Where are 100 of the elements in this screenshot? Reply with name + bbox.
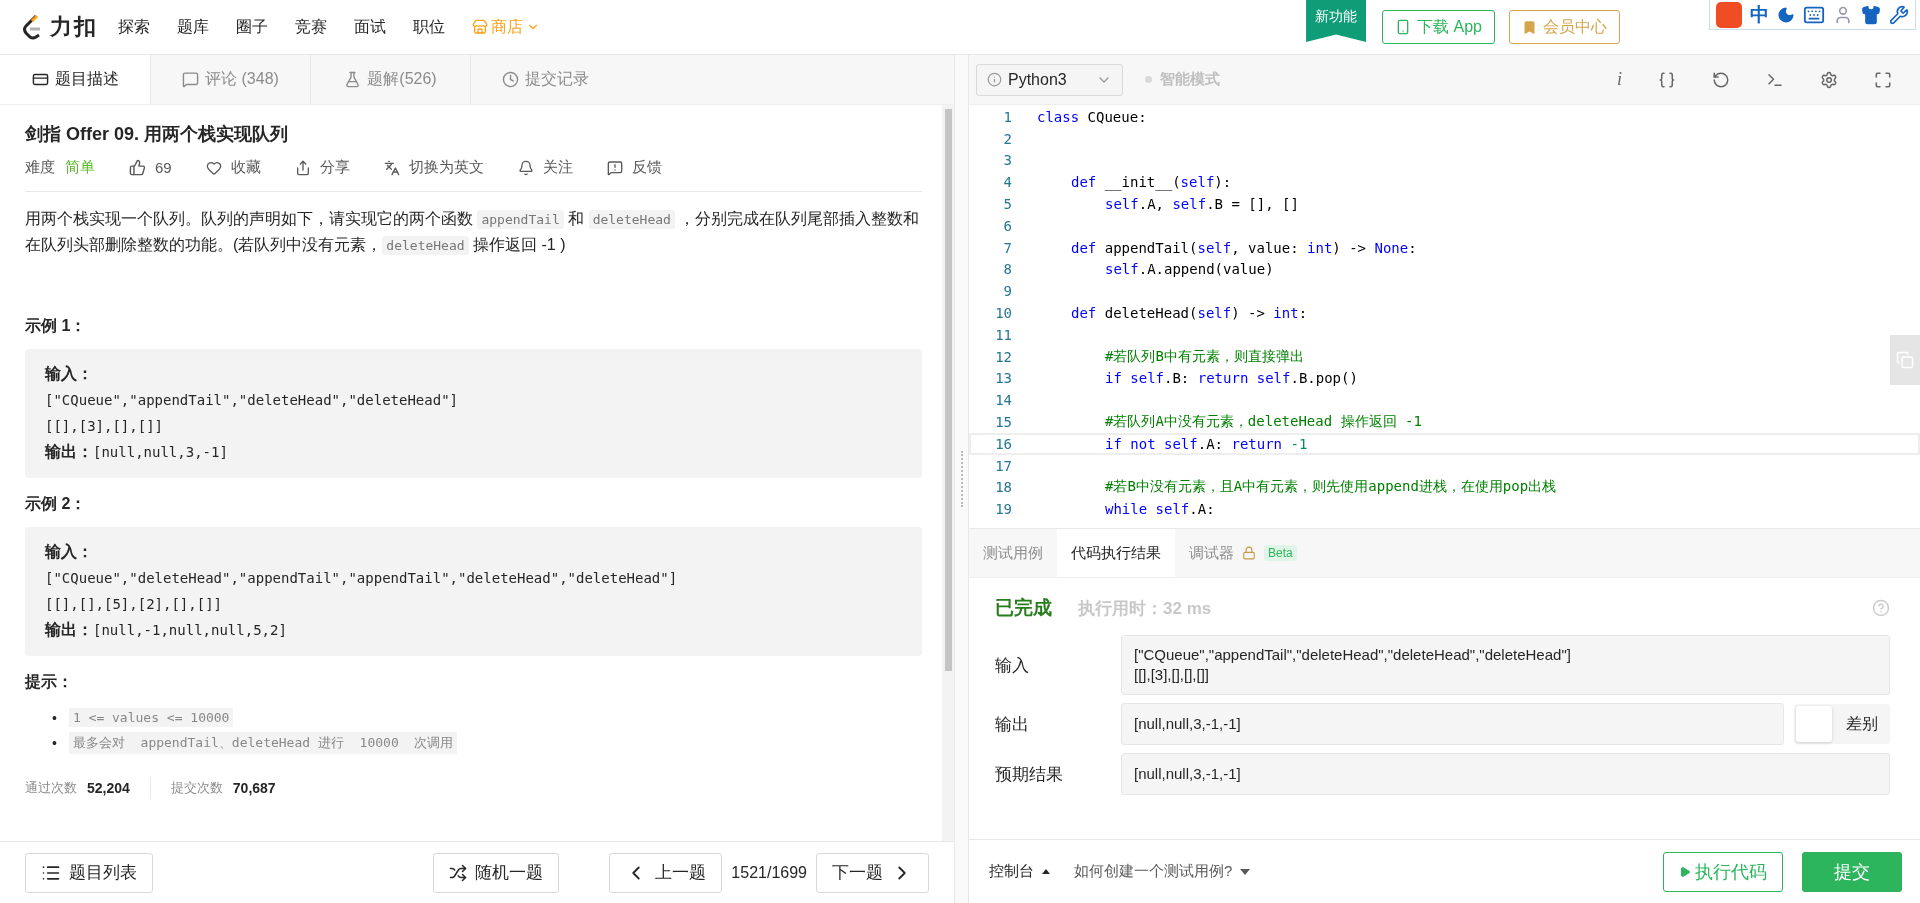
store-icon (472, 19, 488, 35)
wrench-icon[interactable] (1889, 4, 1909, 25)
hints-title: 提示： (25, 672, 74, 692)
logo-text: 力扣 (50, 13, 98, 41)
example-title: 示例 1： (25, 316, 88, 336)
problem-position: 1521/1699 (731, 863, 807, 882)
nav-link[interactable]: 职位 (413, 16, 445, 38)
caret-down-icon (1240, 868, 1251, 875)
diff-toggle[interactable]: 差别 (1794, 704, 1890, 744)
user-icon[interactable] (1833, 4, 1853, 25)
line-number: 5 (1002, 196, 1012, 213)
reset-icon[interactable] (1712, 70, 1730, 89)
fullscreen-icon[interactable] (1874, 70, 1892, 89)
example-code: [[],[],[5],[2],[],[]] (45, 596, 222, 612)
problem-tab[interactable]: 题目描述 (0, 55, 150, 104)
prev-button[interactable]: 上一题 (609, 852, 723, 893)
line-number: 6 (1002, 217, 1012, 234)
problem-title: 剑指 Offer 09. 用两个栈实现队列 (25, 123, 290, 146)
line-number: 14 (994, 392, 1012, 409)
line-number: 15 (994, 414, 1012, 431)
card-icon (31, 71, 49, 88)
example-code: [null,null,3,-1] (93, 444, 228, 460)
comment-icon (182, 71, 200, 88)
stat-value: 70,687 (232, 780, 276, 796)
code-line: def __init__(self): (1071, 174, 1232, 191)
result-label: 输出 (995, 713, 1030, 736)
line-number: 9 (1002, 283, 1012, 300)
difficulty-label: 难度 (25, 158, 55, 177)
format-icon[interactable] (1658, 70, 1676, 89)
settings-icon[interactable] (1820, 70, 1838, 89)
feedback-icon (606, 159, 623, 176)
example-code: [[],[3],[],[]] (45, 418, 163, 434)
ime-logo-icon (1716, 1, 1742, 28)
bell-icon (517, 159, 534, 176)
result-tab[interactable]: 代码执行结果 (1057, 529, 1175, 577)
splitter-handle[interactable] (960, 451, 963, 507)
example-label: 输出： (45, 441, 93, 462)
example-label: 输出： (45, 619, 93, 640)
clock-icon (502, 71, 519, 88)
new-feature-badge: 新功能 (1306, 0, 1367, 42)
bullet: • (52, 734, 57, 751)
caret-up-icon (1042, 869, 1050, 874)
line-number: 13 (994, 370, 1012, 387)
example-label: 输入： (45, 541, 93, 562)
action-button[interactable]: 关注 (517, 158, 573, 177)
code-line: def deleteHead(self) -> int: (1071, 305, 1308, 322)
hint-text: 1 <= values <= 10000 (68, 708, 234, 727)
hint-text: 最多会对 appendTail、deleteHead 进行 10000 次调用 (68, 731, 458, 754)
copy-icon (1896, 351, 1914, 369)
howto-link[interactable]: 如何创建一个测试用例? (1074, 862, 1251, 881)
translate-icon (383, 159, 400, 176)
action-button[interactable]: 收藏 (205, 158, 261, 177)
shirt-icon[interactable] (1861, 4, 1881, 25)
example-code: ["CQueue","deleteHead","appendTail","appendTail","deleteHead","deleteHead"] (45, 570, 678, 586)
problem-list-button[interactable]: 题目列表 (25, 852, 153, 893)
difficulty-value: 简单 (65, 158, 95, 177)
moon-icon[interactable] (1777, 5, 1795, 24)
example-code: [null,-1,null,null,5,2] (93, 622, 287, 638)
result-label: 预期结果 (995, 763, 1064, 786)
line-number: 11 (994, 326, 1012, 343)
nav-link[interactable]: 面试 (354, 16, 386, 38)
nav-link[interactable]: 圈子 (236, 16, 268, 38)
code-line: class CQueue: (1037, 108, 1147, 125)
result-value: ["CQueue","appendTail","deleteHead","deleteHead","deleteHead"] [[],[3],[],[],[]] (1121, 635, 1890, 695)
code-line: #若队列A中没有元素，deleteHead 操作返回 -1 (1105, 413, 1422, 432)
line-number: 10 (994, 305, 1012, 322)
console-toggle[interactable]: 控制台 (989, 862, 1050, 881)
code-line: #若队列B中有元素，则直接弹出 (1105, 347, 1304, 366)
result-status: 已完成 (995, 596, 1052, 620)
line-number: 18 (994, 479, 1012, 496)
example-title: 示例 2： (25, 494, 88, 514)
result-value: [null,null,3,-1,-1] (1121, 753, 1890, 795)
bookmark-icon (1522, 19, 1537, 35)
line-number: 17 (994, 457, 1012, 474)
problem-description: 用两个栈实现一个队列。队列的声明如下，请实现它的两个函数 appendTail 和 deleteHead ，分别完成在队列尾部插入整数和在队列头部删除整数的功能。(若队列中没有元素， deleteHead 操作返回 -1 ) (25, 209, 921, 257)
language-select[interactable]: Python3 (976, 63, 1123, 96)
action-button[interactable]: 分享 (294, 158, 350, 177)
line-number: 8 (1002, 261, 1012, 278)
code-line: #若B中没有元素，且A中有元素，则先使用append进栈，在使用pop出栈 (1105, 478, 1557, 497)
line-number: 3 (1002, 152, 1012, 169)
nav-link[interactable]: 竞赛 (295, 16, 327, 38)
next-button[interactable]: 下一题 (816, 852, 929, 893)
like-button[interactable]: 69 (129, 159, 172, 176)
random-button[interactable]: 随机一题 (433, 852, 560, 893)
shuffle-icon (449, 863, 468, 882)
nav-link[interactable]: 探索 (118, 16, 150, 38)
info-button[interactable]: i (1617, 69, 1622, 90)
code-line: while self.A: (1105, 501, 1215, 518)
action-button[interactable]: 反馈 (606, 158, 662, 177)
stat-label: 提交次数 (170, 779, 223, 797)
stat-value: 52,204 (87, 780, 130, 796)
result-value: [null,null,3,-1,-1] (1121, 703, 1784, 745)
line-number: 4 (1002, 174, 1012, 191)
line-number: 1 (1002, 108, 1012, 125)
play-icon (1679, 865, 1691, 878)
bullet: • (52, 709, 57, 726)
beta-badge: Beta (1264, 545, 1297, 561)
action-button[interactable]: 切换为英文 (383, 158, 484, 177)
nav-link[interactable]: 题库 (177, 16, 209, 38)
ime-mode-text[interactable]: 中 (1750, 1, 1769, 28)
